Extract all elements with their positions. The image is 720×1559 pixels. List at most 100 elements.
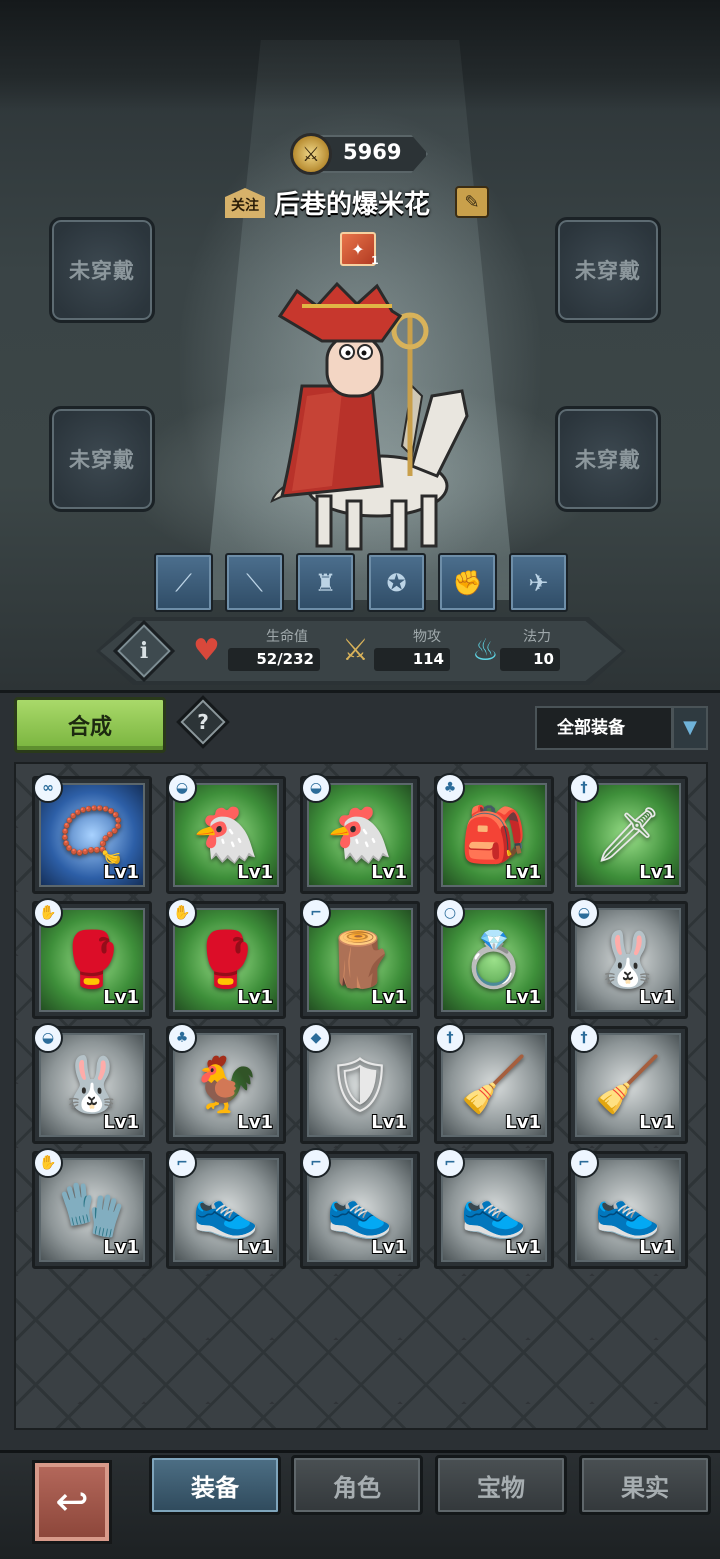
inventory-item-mop[interactable]: † 🧹 Lv1 [568, 1023, 688, 1144]
tab-fruit[interactable]: 果实 [579, 1455, 711, 1515]
jade-ring-icon: 💍 [460, 928, 528, 991]
combat-power-value: 5969 [343, 140, 402, 164]
craft-button[interactable]: 合成 [14, 697, 166, 753]
item-level: Lv1 [371, 987, 407, 1008]
skill-slots: ⟋ ⟍ ♜ ✪ ✊ ✈ [154, 553, 568, 612]
equip-slot-right-bottom[interactable]: 未穿戴 [555, 406, 661, 512]
edit-name-icon[interactable]: ✎ [455, 186, 489, 218]
sword-icon: 🗡 [593, 803, 663, 866]
inventory-item-sword[interactable]: † 🗡 Lv1 [568, 773, 688, 894]
mana-value: 10 [500, 648, 560, 671]
empty-slot-label: 未穿戴 [575, 448, 641, 472]
inventory-item-red-gloves[interactable]: ✋ 🥊 Lv1 [32, 898, 152, 1019]
empty-slot-label: 未穿戴 [575, 259, 641, 283]
chicken-costume-icon: 🐓 [192, 1053, 260, 1116]
inventory-item-chicken-costume[interactable]: ♣ 🐓 Lv1 [166, 1023, 286, 1144]
item-type-icon: ⌐ [167, 1148, 197, 1178]
inventory-item-wooden-shoes[interactable]: ⌐ 🪵 Lv1 [300, 898, 420, 1019]
item-level: Lv1 [237, 987, 273, 1008]
inventory-item-white-shoes[interactable]: ⌐ 👟 Lv1 [568, 1148, 688, 1269]
white-shoes-icon: 👟 [594, 1178, 662, 1241]
skill-slot-3[interactable]: ♜ [296, 553, 355, 612]
equip-slot-left-bottom[interactable]: 未穿戴 [49, 406, 155, 512]
character-illustration [270, 281, 469, 551]
empty-slot-label: 未穿戴 [69, 259, 135, 283]
item-level: Lv1 [371, 1112, 407, 1133]
item-type-icon: ⌐ [301, 1148, 331, 1178]
tab-equipment[interactable]: 装备 [149, 1455, 281, 1515]
inventory-item-necklace[interactable]: ∞ 📿 Lv1 [32, 773, 152, 894]
item-type-icon: ✋ [33, 1148, 63, 1178]
item-type-icon: ✋ [33, 898, 63, 928]
item-type-icon: ◆ [301, 1023, 331, 1053]
inventory-item-bunny-hood[interactable]: ◒ 🐰 Lv1 [568, 898, 688, 1019]
attack-value: 114 [374, 648, 450, 671]
equip-slot-left-top[interactable]: 未穿戴 [49, 217, 155, 323]
item-level: Lv1 [103, 1237, 139, 1258]
skill-kick-icon: ⟋ [175, 568, 192, 597]
white-shoes-icon: 👟 [460, 1178, 528, 1241]
skill-slot-6[interactable]: ✈ [509, 553, 568, 612]
skill-totem-icon: ♜ [314, 568, 337, 597]
mana-label: 法力 [523, 629, 551, 645]
inventory-item-chicken-hood[interactable]: ◒ 🐔 Lv1 [300, 773, 420, 894]
item-level: Lv1 [103, 862, 139, 883]
item-type-icon: † [569, 773, 599, 803]
equipment-filter-select[interactable]: 全部装备 [535, 706, 673, 750]
leather-armor-icon: 🎒 [460, 803, 528, 866]
red-gloves-icon: 🥊 [192, 928, 260, 991]
skill-slot-4[interactable]: ✪ [367, 553, 426, 612]
tab-character[interactable]: 角色 [291, 1455, 423, 1515]
inventory-item-leather-glove[interactable]: ✋ 🧤 Lv1 [32, 1148, 152, 1269]
item-level: Lv1 [505, 987, 541, 1008]
item-type-icon: ⌐ [569, 1148, 599, 1178]
white-shoes-icon: 👟 [192, 1178, 260, 1241]
tab-treasure[interactable]: 宝物 [435, 1455, 567, 1515]
mana-flame-icon: ♨ [472, 633, 499, 668]
item-type-icon: † [435, 1023, 465, 1053]
item-level: Lv1 [103, 987, 139, 1008]
item-level: Lv1 [237, 1237, 273, 1258]
item-level: Lv1 [505, 1237, 541, 1258]
skill-slot-2[interactable]: ⟍ [225, 553, 284, 612]
skill-jump-icon: ✈ [528, 568, 549, 597]
inventory-item-white-shoes[interactable]: ⌐ 👟 Lv1 [166, 1148, 286, 1269]
inventory-item-jade-ring[interactable]: ○ 💍 Lv1 [434, 898, 554, 1019]
inventory-item-white-shoes[interactable]: ⌐ 👟 Lv1 [434, 1148, 554, 1269]
info-icon: i [139, 638, 149, 664]
item-type-icon: ○ [435, 898, 465, 928]
chicken-hood-icon: 🐔 [326, 803, 394, 866]
skill-staff-icon: ⟍ [246, 568, 263, 597]
item-level: Lv1 [639, 1237, 675, 1258]
return-arrow-icon: ↩ [55, 1479, 89, 1525]
inventory-item-wooden-shield[interactable]: ◆ 🛡 Lv1 [300, 1023, 420, 1144]
skill-muscle-icon: ✪ [386, 568, 407, 597]
item-type-icon: ◒ [33, 1023, 63, 1053]
mop-icon: 🧹 [594, 1053, 662, 1116]
inventory-item-bunny-hood[interactable]: ◒ 🐰 Lv1 [32, 1023, 152, 1144]
empty-slot-label: 未穿戴 [69, 448, 135, 472]
wooden-shoes-icon: 🪵 [326, 928, 394, 991]
skill-slot-5[interactable]: ✊ [438, 553, 497, 612]
inventory-item-leather-armor[interactable]: ♣ 🎒 Lv1 [434, 773, 554, 894]
mop-icon: 🧹 [460, 1053, 528, 1116]
item-level: Lv1 [505, 1112, 541, 1133]
inventory-item-white-shoes[interactable]: ⌐ 👟 Lv1 [300, 1148, 420, 1269]
chevron-down-icon[interactable]: ▼ [672, 706, 708, 750]
item-level: Lv1 [237, 862, 273, 883]
attack-label: 物攻 [413, 629, 441, 645]
inventory-item-mop[interactable]: † 🧹 Lv1 [434, 1023, 554, 1144]
chicken-hood-icon: 🐔 [192, 803, 260, 866]
skill-slot-1[interactable]: ⟋ [154, 553, 213, 612]
back-button[interactable]: ↩ [32, 1460, 112, 1544]
title-badge-count: 1 [371, 254, 379, 267]
bunny-hood-icon: 🐰 [58, 1053, 126, 1116]
item-type-icon: ⌐ [435, 1148, 465, 1178]
item-type-icon: ◒ [569, 898, 599, 928]
inventory-item-red-gloves[interactable]: ✋ 🥊 Lv1 [166, 898, 286, 1019]
inventory-item-chicken-hood[interactable]: ◒ 🐔 Lv1 [166, 773, 286, 894]
question-icon: ? [197, 710, 209, 734]
item-type-icon: ✋ [167, 898, 197, 928]
item-level: Lv1 [505, 862, 541, 883]
equip-slot-right-top[interactable]: 未穿戴 [555, 217, 661, 323]
